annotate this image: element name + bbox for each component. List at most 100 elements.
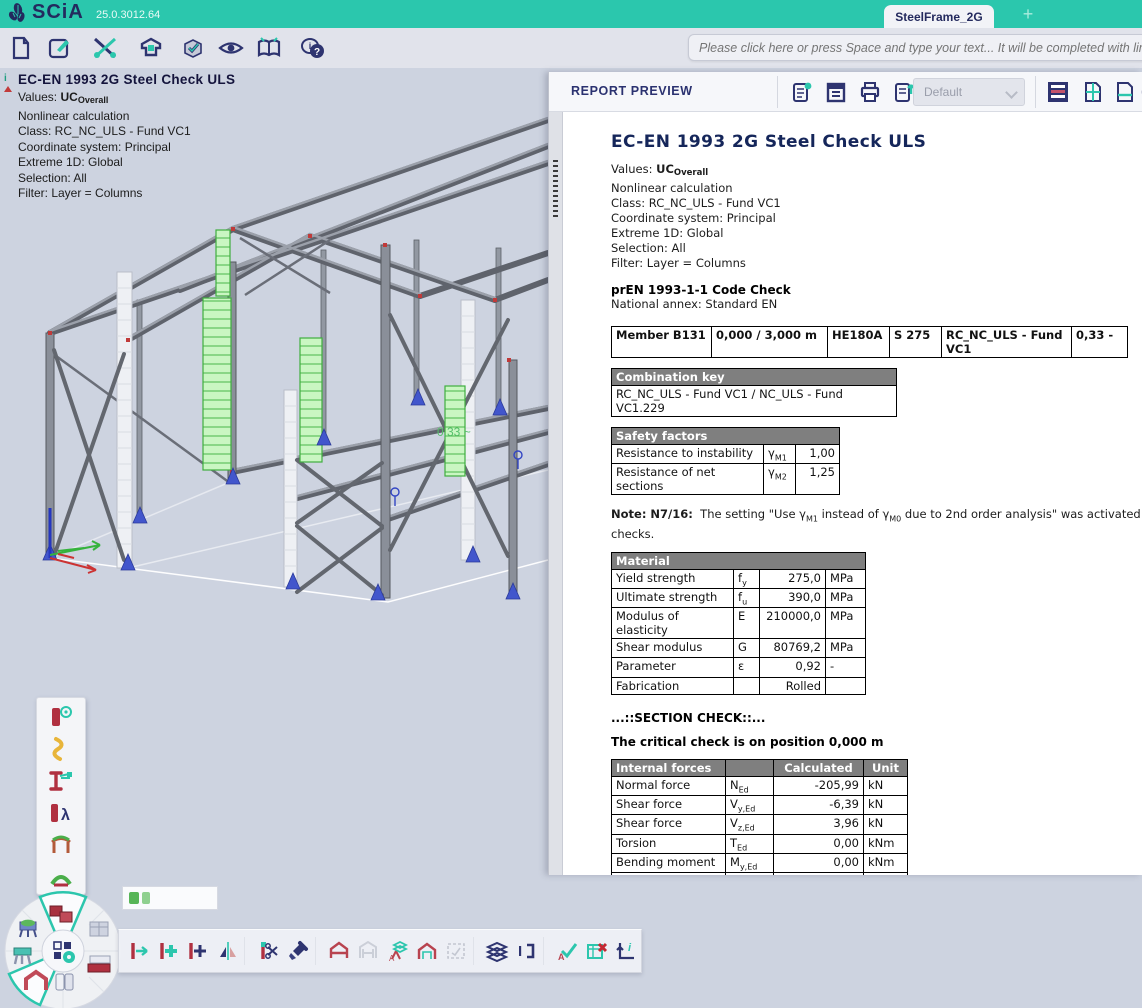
internal-forces-table: Internal forces Calculated Unit Normal f…	[611, 759, 908, 875]
app-brand: SCiA	[32, 1, 84, 24]
wheel-icon-blocks[interactable]	[90, 922, 108, 936]
report-note: Note: N7/16: The setting "Use γM1 instea…	[611, 507, 1142, 526]
report-preset-value: Default	[924, 85, 962, 99]
wheel-icon-members[interactable]	[14, 948, 31, 964]
stability-lambda-icon[interactable]: λ	[41, 798, 81, 828]
overlay-line: Class: RC_NC_ULS - Fund VC1	[18, 124, 332, 140]
zoom-100-icon[interactable]: 100	[1137, 77, 1142, 107]
check-input-icon[interactable]: A	[553, 934, 582, 968]
report-preview-title: REPORT PREVIEW	[571, 84, 693, 98]
app-version: 25.0.3012.64	[96, 9, 160, 21]
page-layout-icon[interactable]	[1043, 77, 1073, 107]
scia-logo-icon	[6, 2, 30, 26]
code-check-heading: prEN 1993-1-1 Code Check	[611, 283, 1142, 297]
overlay-line: Selection: All	[18, 171, 332, 187]
view-icon[interactable]	[214, 31, 248, 65]
deformed-shape-icon[interactable]	[41, 734, 81, 764]
rename-label-icon[interactable]: I	[512, 934, 541, 968]
print-icon[interactable]	[855, 77, 885, 107]
project-tab[interactable]: SteelFrame_2G	[884, 5, 994, 28]
tools-icon[interactable]	[88, 31, 122, 65]
mirror-icon[interactable]	[213, 934, 242, 968]
overlay-line: Filter: Layer = Columns	[18, 186, 332, 202]
report-meta-line: Filter: Layer = Columns	[611, 256, 1142, 271]
workstation-wheel[interactable]	[0, 886, 130, 1008]
member-settings-icon[interactable]	[41, 702, 81, 732]
help-icon[interactable]: ?i	[296, 31, 330, 65]
overlay-check-title: EC-EN 1993 2G Steel Check ULS	[18, 72, 332, 87]
svg-text:i: i	[309, 41, 312, 51]
join-members-icon[interactable]	[184, 934, 213, 968]
report-preview-body: EC-EN 1993 2G Steel Check ULS Values: UC…	[549, 112, 1142, 875]
material-table: Material Yield strength fy 275,0 MPa Ult…	[611, 552, 866, 695]
report-settings-icon[interactable]	[787, 77, 817, 107]
result-info-overlay: i EC-EN 1993 2G Steel Check ULS Values: …	[2, 72, 332, 202]
report-meta-line: Selection: All	[611, 241, 1142, 256]
overlay-line: Extreme 1D: Global	[18, 155, 332, 171]
cross-section-icon[interactable]	[41, 766, 81, 796]
search-input[interactable]	[689, 35, 1142, 60]
connect-members-icon[interactable]	[154, 934, 183, 968]
combination-key-table: Combination key RC_NC_ULS - Fund VC1 / N…	[611, 368, 897, 417]
report-preview-header: REPORT PREVIEW Default 100	[549, 72, 1142, 112]
report-preview-panel: REPORT PREVIEW Default 100	[548, 72, 1142, 875]
svg-text:A: A	[558, 952, 565, 962]
code-check-annex: National annex: Standard EN	[611, 297, 1142, 312]
report-values-line: Values: UCOverall	[611, 162, 1142, 181]
safety-factors-table: Safety factors Resistance to instability…	[611, 427, 840, 495]
check-structure-icon[interactable]	[176, 31, 210, 65]
brush-format-icon[interactable]	[283, 934, 312, 968]
report-meta-line: Coordinate system: Principal	[611, 211, 1142, 226]
ucs-axis-icon[interactable]: i	[612, 934, 641, 968]
load-panel-icon[interactable]	[41, 830, 81, 860]
svg-text:?: ?	[314, 47, 320, 58]
frame-import-icon[interactable]	[412, 934, 441, 968]
title-bar: SCiA 25.0.3012.64 SteelFrame_2G +	[0, 0, 1142, 28]
report-doc-title: EC-EN 1993 2G Steel Check ULS	[611, 132, 1142, 152]
report-note-line2: checks.	[611, 527, 1142, 542]
libraries-icon[interactable]	[252, 31, 286, 65]
chevron-down-icon	[1005, 86, 1018, 99]
svg-text:i: i	[628, 942, 632, 954]
new-tab-button[interactable]: +	[1016, 2, 1040, 26]
trim-members-icon[interactable]	[254, 934, 283, 968]
report-preset-select[interactable]: Default	[913, 78, 1025, 106]
report-table-icon[interactable]	[821, 77, 851, 107]
info-flag-icon[interactable]: i	[2, 72, 14, 98]
report-page-margin-strip	[549, 112, 563, 875]
critical-check-line: The critical check is on position 0,000 …	[611, 735, 1142, 749]
command-search	[688, 34, 1142, 61]
delete-table-icon[interactable]	[582, 934, 611, 968]
report-page[interactable]: EC-EN 1993 2G Steel Check ULS Values: UC…	[563, 112, 1142, 875]
report-meta-line: Class: RC_NC_ULS - Fund VC1	[611, 196, 1142, 211]
layers-icon[interactable]	[483, 934, 512, 968]
member-summary-table: Member B131 0,000 / 3,000 m HE180A S 275…	[611, 326, 1128, 358]
two-page-view-icon[interactable]	[1079, 77, 1109, 107]
main-toolbar: ?i	[0, 28, 1142, 68]
modify-toolbar: A I A i	[118, 929, 642, 973]
overlay-line: Coordinate system: Principal	[18, 140, 332, 156]
edit-icon[interactable]	[42, 31, 76, 65]
report-meta-line: Extreme 1D: Global	[611, 226, 1142, 241]
structure-icon[interactable]	[134, 31, 168, 65]
overlay-line: Nonlinear calculation	[18, 109, 332, 125]
overlay-values-line: Values: UCOverall	[18, 90, 332, 109]
mini-toolbar[interactable]	[122, 886, 218, 910]
svg-text:I: I	[518, 943, 522, 960]
new-project-icon[interactable]	[4, 31, 38, 65]
layer-assign-icon[interactable]: A	[383, 934, 412, 968]
svg-text:A: A	[389, 954, 395, 963]
result-tools-toolbar: λ	[36, 697, 86, 895]
selection-box-icon	[442, 934, 471, 968]
project-tab-label: SteelFrame_2G	[895, 10, 982, 24]
wheel-icon-library[interactable]	[56, 974, 73, 990]
wheel-icon-materials[interactable]	[88, 956, 110, 972]
section-check-heading: ...::SECTION CHECK::...	[611, 711, 1142, 725]
extend-member-icon[interactable]	[125, 934, 154, 968]
frame-template-disabled-icon	[354, 934, 383, 968]
svg-text:λ: λ	[61, 807, 70, 824]
report-meta-line: Nonlinear calculation	[611, 181, 1142, 196]
result-value-label: 0,33 ~	[437, 425, 471, 439]
frame-template-icon[interactable]	[324, 934, 353, 968]
svg-text:i: i	[4, 73, 7, 84]
